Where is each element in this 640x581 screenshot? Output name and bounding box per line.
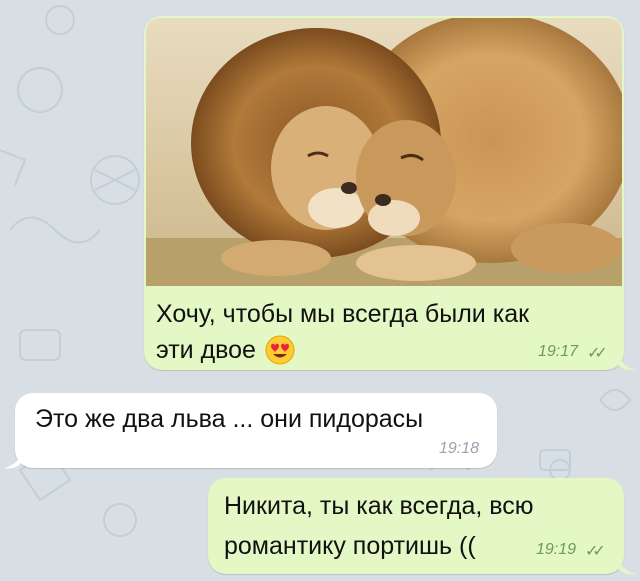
bubble-tail	[618, 352, 636, 371]
message-time: 19:18	[439, 440, 480, 457]
double-check-icon: ✓✓	[585, 543, 606, 560]
lions-photo[interactable]	[146, 18, 622, 286]
outgoing-message[interactable]: Никита, ты как всегда, всю романтику пор…	[208, 478, 624, 574]
bubble-tail	[4, 450, 22, 469]
double-check-icon: ✓✓	[587, 345, 608, 362]
two-lions-image	[146, 18, 622, 286]
message-text: Никита, ты как всегда, всю	[224, 492, 534, 520]
outgoing-photo-message[interactable]: Хочу, чтобы мы всегда были как эти двое …	[144, 16, 624, 370]
message-text: Это же два льва ... они пидорасы	[35, 405, 424, 433]
incoming-message[interactable]: Это же два льва ... они пидорасы 19:18	[15, 393, 497, 468]
message-text: романтику портишь ((	[224, 532, 476, 560]
message-text: Хочу, чтобы мы всегда были как	[156, 300, 530, 328]
heart-eyes-emoji-icon	[265, 335, 295, 365]
message-time: 19:19	[536, 541, 577, 558]
message-text: эти двое	[156, 336, 256, 364]
message-time: 19:17	[538, 343, 579, 360]
bubble-tail	[618, 556, 636, 575]
